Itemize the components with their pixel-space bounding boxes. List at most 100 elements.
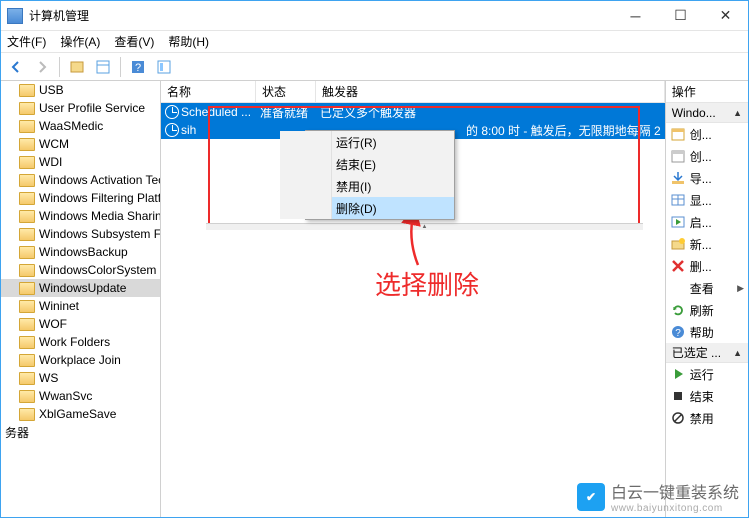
folder-new-icon [670, 236, 686, 252]
action-stop[interactable]: 结束 [666, 385, 748, 407]
action-import[interactable]: 导... [666, 167, 748, 189]
folder-icon [19, 210, 35, 223]
tree-label: Windows Filtering Platf [39, 191, 161, 205]
clock-icon [165, 105, 179, 119]
action-label: 创... [690, 148, 712, 165]
tree-item[interactable]: Windows Media Sharin [1, 207, 160, 225]
tree-item[interactable]: USB [1, 81, 160, 99]
action-label: 禁用 [690, 410, 714, 427]
tree-item[interactable]: Windows Subsystem Fo [1, 225, 160, 243]
tree-item-partial[interactable]: 务器 [1, 423, 160, 441]
tree-label: Wininet [39, 299, 79, 313]
back-button[interactable] [5, 56, 27, 78]
watermark: ✔ 白云一键重装系统 www.baiyunxitong.com [577, 479, 739, 514]
forward-button[interactable] [31, 56, 53, 78]
tree-item[interactable]: Work Folders [1, 333, 160, 351]
folder-icon [19, 156, 35, 169]
action-delete[interactable]: 删... [666, 255, 748, 277]
col-status[interactable]: 状态 [256, 81, 316, 102]
tree-item[interactable]: XblGameSave [1, 405, 160, 423]
tree-item[interactable]: WindowsBackup [1, 243, 160, 261]
tree-item[interactable]: WDI [1, 153, 160, 171]
folder-icon [19, 390, 35, 403]
action-label: 帮助 [690, 324, 714, 341]
folder-icon [19, 408, 35, 421]
action-view[interactable]: 查看 ▶ [666, 277, 748, 299]
enable-icon [670, 214, 686, 230]
tree-item[interactable]: User Profile Service [1, 99, 160, 117]
tree-label: WindowsUpdate [39, 281, 126, 295]
tree-label: XblGameSave [39, 407, 116, 421]
menu-help[interactable]: 帮助(H) [168, 33, 209, 50]
folder-icon [19, 174, 35, 187]
action-label: 导... [690, 170, 712, 187]
action-disable[interactable]: 禁用 [666, 407, 748, 429]
folder-icon [19, 192, 35, 205]
tree-item[interactable]: Wininet [1, 297, 160, 315]
toolbar-button-1[interactable] [66, 56, 88, 78]
folder-icon [19, 300, 35, 313]
refresh-icon [670, 302, 686, 318]
action-label: 查看 [690, 280, 714, 297]
action-calendar-plain[interactable]: 创... [666, 145, 748, 167]
minimize-button[interactable]: ─ [613, 1, 658, 30]
action-calendar[interactable]: 创... [666, 123, 748, 145]
toolbar: ? [1, 53, 748, 81]
tree-label: WwanSvc [39, 389, 92, 403]
folder-icon [19, 246, 35, 259]
folder-icon [19, 102, 35, 115]
action-refresh[interactable]: 刷新 [666, 299, 748, 321]
action-label: 删... [690, 258, 712, 275]
view-icon [670, 280, 686, 296]
folder-icon [19, 282, 35, 295]
menu-file[interactable]: 文件(F) [7, 33, 46, 50]
close-button[interactable]: ✕ [703, 1, 748, 30]
tree-item[interactable]: WindowsColorSystem [1, 261, 160, 279]
toolbar-button-2[interactable] [92, 56, 114, 78]
tree-item[interactable]: WOF [1, 315, 160, 333]
tree-label: Windows Media Sharin [39, 209, 161, 223]
tree-label: WOF [39, 317, 67, 331]
action-run[interactable]: 运行 [666, 363, 748, 385]
action-label: 新... [690, 236, 712, 253]
chevron-right-icon: ▶ [737, 283, 744, 294]
action-enable[interactable]: 启... [666, 211, 748, 233]
action-help[interactable]: ?帮助 [666, 321, 748, 343]
tree-item[interactable]: WS [1, 369, 160, 387]
tree-label: Workplace Join [39, 353, 121, 367]
tree-pane[interactable]: USB User Profile Service WaaSMedic WCM WDI Wi… [1, 81, 161, 517]
tree-label: WaaSMedic [39, 119, 103, 133]
col-trigger[interactable]: 触发器 [316, 81, 665, 102]
menu-action[interactable]: 操作(A) [60, 33, 100, 50]
tree-label: WindowsBackup [39, 245, 128, 259]
disable-icon [670, 410, 686, 426]
tree-item[interactable]: Workplace Join [1, 351, 160, 369]
tree-label: Windows Activation Tec [39, 173, 161, 187]
toolbar-button-3[interactable] [153, 56, 175, 78]
col-name[interactable]: 名称 [161, 81, 256, 102]
action-table[interactable]: 显... [666, 189, 748, 211]
watermark-logo-icon: ✔ [577, 483, 605, 511]
actions-section-windo[interactable]: Windo... ▲ [666, 103, 748, 123]
tree-item[interactable]: WCM [1, 135, 160, 153]
actions-section-selected[interactable]: 已选定 ... ▲ [666, 343, 748, 363]
maximize-button[interactable]: ☐ [658, 1, 703, 30]
delete-icon [670, 258, 686, 274]
tree-label: USB [39, 83, 64, 97]
actions-title: 操作 [666, 81, 748, 103]
help-button[interactable]: ? [127, 56, 149, 78]
chevron-up-icon: ▲ [733, 348, 742, 358]
tree-label: WCM [39, 137, 69, 151]
menu-view[interactable]: 查看(V) [114, 33, 154, 50]
tree-item[interactable]: Windows Activation Tec [1, 171, 160, 189]
tree-item[interactable]: WwanSvc [1, 387, 160, 405]
window-title: 计算机管理 [29, 7, 613, 24]
tree-item[interactable]: Windows Filtering Platf [1, 189, 160, 207]
tree-item[interactable]: WindowsUpdate [1, 279, 160, 297]
action-label: 结束 [690, 388, 714, 405]
tree-label: WDI [39, 155, 62, 169]
folder-icon [19, 120, 35, 133]
action-folder-new[interactable]: 新... [666, 233, 748, 255]
tree-item[interactable]: WaaSMedic [1, 117, 160, 135]
actions-pane: 操作 Windo... ▲ 创... 创... 导... 显...启... 新... 删.… [666, 81, 748, 517]
